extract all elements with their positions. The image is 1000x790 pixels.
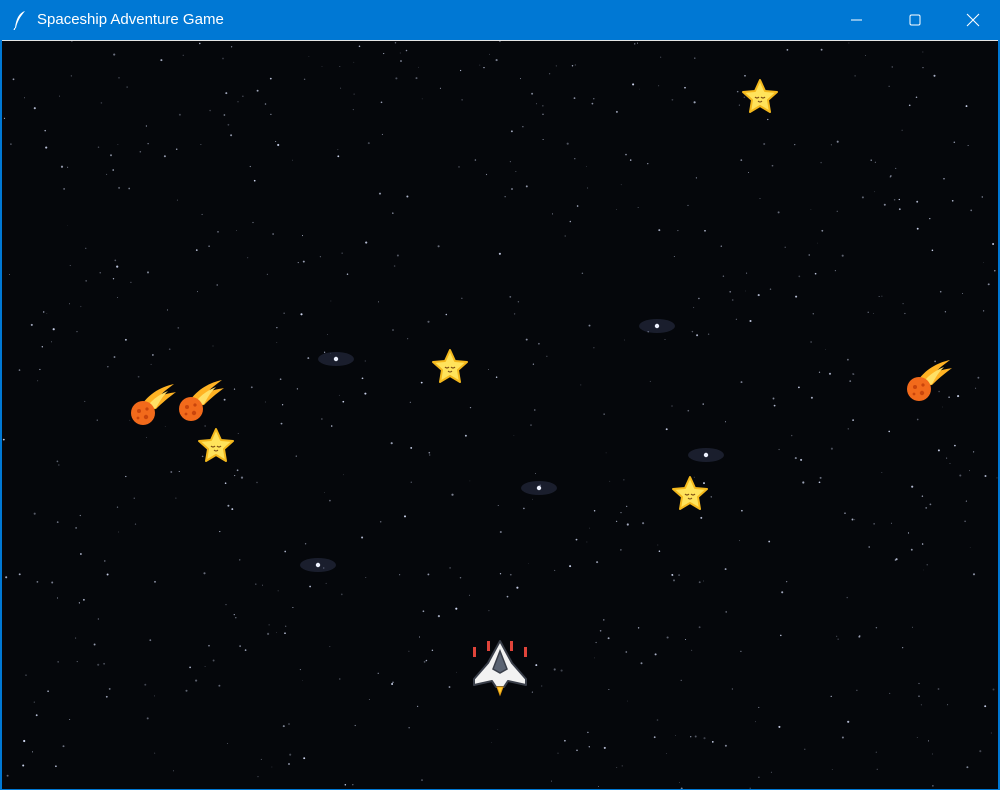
star-collectible	[742, 79, 778, 113]
maximize-icon	[909, 14, 921, 26]
minimize-icon	[851, 19, 862, 21]
player-spaceship[interactable]	[468, 633, 532, 697]
star-collectible	[432, 349, 468, 383]
star-collectible	[198, 428, 234, 462]
app-window: Spaceship Adventure Game	[0, 0, 1000, 790]
close-button[interactable]	[944, 0, 1000, 40]
maximize-button[interactable]	[886, 0, 944, 40]
meteor-hazard	[131, 384, 176, 425]
star-collectible	[672, 476, 708, 510]
window-title: Spaceship Adventure Game	[37, 11, 224, 28]
game-canvas[interactable]	[2, 40, 998, 789]
feather-icon	[13, 11, 25, 30]
close-icon	[966, 13, 980, 27]
meteor-hazard	[907, 360, 952, 401]
minimize-button[interactable]	[828, 0, 886, 40]
title-bar[interactable]: Spaceship Adventure Game	[0, 0, 1000, 40]
meteor-hazard	[179, 380, 224, 421]
